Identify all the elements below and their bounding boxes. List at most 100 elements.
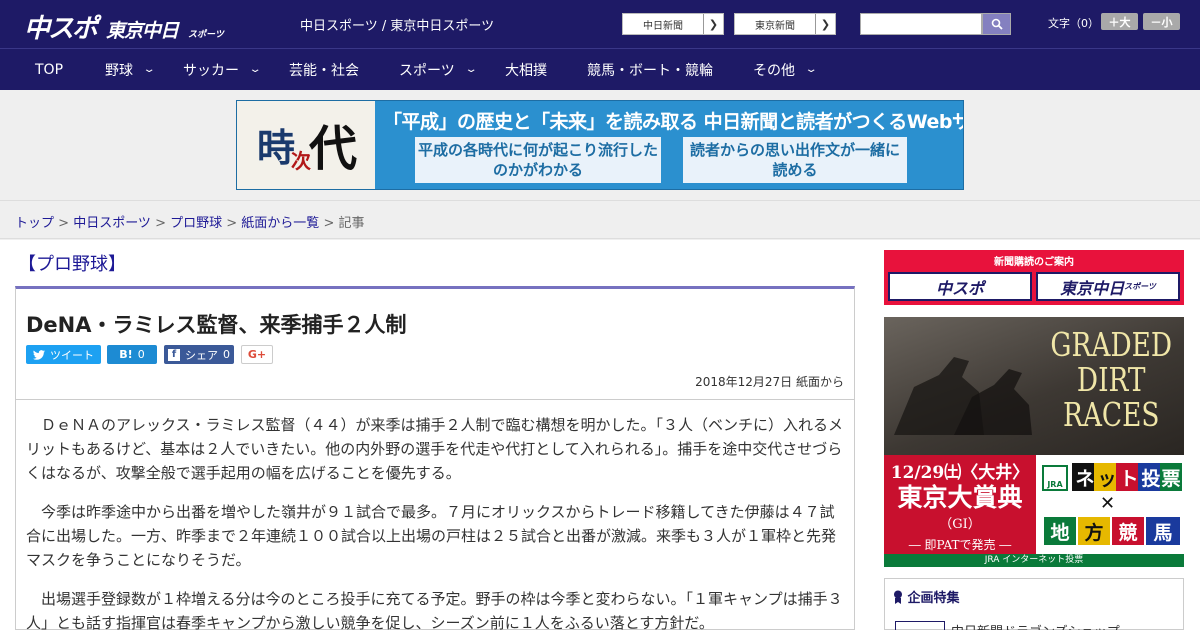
race-footer: JRA インターネット投票: [884, 554, 1184, 567]
tile: 競: [1112, 517, 1144, 545]
hatena-count: 0: [137, 348, 145, 361]
nav-label: 野球: [105, 62, 133, 79]
race-info-panel: 12/29㈯〈大井〉 東京大賞典 （GI） ― 即PATで発売 ―: [884, 455, 1036, 554]
nav-soccer[interactable]: サッカー ⌄: [183, 49, 262, 90]
search-button[interactable]: [982, 13, 1011, 35]
nav-label: その他: [753, 62, 795, 79]
banner-kanji-ji: 時: [257, 125, 296, 170]
nav-label: 競馬・ボート・競輪: [587, 62, 713, 79]
font-smaller-button[interactable]: －小: [1143, 13, 1180, 30]
site-links[interactable]: 中日スポーツ / 東京中日スポーツ: [300, 15, 494, 34]
subscribe-tokyo-label: 東京中日: [1060, 278, 1125, 298]
font-size-label: 文字（0）: [1048, 17, 1099, 30]
article-paragraph: 今季は昨季途中から出番を増やした嶺井が９１試合で最多。７月にオリックスからトレー…: [26, 503, 837, 569]
nav-entertainment[interactable]: 芸能・社会: [289, 49, 359, 90]
banner-sub-2: 読者からの思い出作文が一緒に読める: [683, 137, 907, 183]
nav-sumo[interactable]: 大相撲: [505, 49, 547, 90]
breadcrumb-current: 記事: [338, 216, 365, 231]
chevron-right-icon: ❯: [703, 14, 723, 34]
race-ad[interactable]: GRADED DIRT RACES 12/29㈯〈大井〉 東京大賞典 （GI） …: [884, 317, 1184, 567]
banner-kanji-dai: 代: [309, 121, 358, 177]
article-paragraph: 出場選手登録数が１枠増える分は今のところ投手に充てる予定。野手の枠は今季と変わら…: [26, 590, 843, 630]
subscribe-chuspo-button[interactable]: 中スポ: [888, 272, 1032, 301]
horses-silhouette: [894, 357, 1032, 435]
site-logo[interactable]: 中スポ 東京中日 スポーツ: [24, 8, 224, 45]
tweet-label: ツイート: [50, 348, 94, 362]
chevron-right-icon: ❯: [815, 14, 835, 34]
nav-other[interactable]: その他 ⌄: [753, 49, 818, 90]
breadcrumb-print-list[interactable]: 紙面から一覧: [241, 216, 319, 231]
search-input[interactable]: [860, 13, 982, 35]
nav-racing[interactable]: 競馬・ボート・競輪: [587, 49, 713, 90]
chunichi-shimbun-label: 中日新聞: [643, 20, 683, 32]
nav-baseball[interactable]: 野球 ⌄: [105, 49, 156, 90]
jra-logo: JRA: [1042, 465, 1068, 491]
hatena-icon: B!: [119, 348, 133, 361]
tile: 地: [1044, 517, 1076, 545]
tile: 票: [1160, 463, 1182, 491]
article-body: ＤｅＮＡのアレックス・ラミレス監督（４４）が来季は捕手２人制で臨む構想を明かした…: [26, 413, 846, 630]
nav-label: サッカー: [183, 62, 239, 79]
top-header: 中スポ 東京中日 スポーツ 中日スポーツ / 東京中日スポーツ 中日新聞 ❯ 東京…: [0, 0, 1200, 48]
logo-tokyo-sports-small: スポーツ: [188, 30, 224, 40]
banner-headline: 「平成」の歴史と「未来」を読み取る 中日新聞と読者がつくるWebサイト: [383, 111, 964, 133]
breadcrumb-top[interactable]: トップ: [15, 216, 54, 231]
logo-chuspo: 中スポ: [24, 14, 98, 44]
feature-thumbnail[interactable]: [895, 621, 945, 630]
breadcrumb-bar: トップ > 中日スポーツ > プロ野球 > 紙面から一覧 > 記事: [0, 200, 1200, 239]
race-name: 東京大賞典: [897, 483, 1023, 512]
breadcrumb-pro-baseball[interactable]: プロ野球: [170, 216, 222, 231]
breadcrumb: トップ > 中日スポーツ > プロ野球 > 紙面から一覧 > 記事: [15, 216, 365, 231]
net-vote-panel: JRA ネ ッ ト 投 票 ✕ 地 方 競 馬: [1036, 455, 1184, 554]
feature-box: 企画特集 中日新聞ドラゴンズショップ: [884, 578, 1184, 630]
chevron-down-icon: ⌄: [248, 64, 262, 75]
nav-label: 大相撲: [505, 62, 547, 79]
graded-dirt-races-title: GRADED DIRT RACES: [1050, 327, 1172, 432]
article-title: DeNA・ラミレス監督、来季捕手２人制: [26, 313, 407, 337]
nav-label: スポーツ: [399, 62, 455, 79]
facebook-icon: f: [168, 348, 180, 361]
race-grade: （GI）: [939, 517, 981, 532]
twitter-icon: [33, 349, 45, 360]
search-icon: [991, 18, 1003, 30]
chunichi-shimbun-button[interactable]: 中日新聞 ❯: [622, 13, 724, 35]
article-divider: [16, 399, 854, 400]
ribbon-icon: [894, 590, 902, 604]
race-date: 12/29㈯〈大井〉: [890, 463, 1030, 483]
font-larger-button[interactable]: ＋大: [1101, 13, 1138, 30]
google-plus-icon: G+: [247, 348, 267, 361]
breadcrumb-chuspo[interactable]: 中日スポーツ: [73, 216, 151, 231]
google-plus-button[interactable]: G+: [241, 345, 273, 364]
subscribe-tokyo-small: スポーツ: [1124, 282, 1156, 291]
subscription-ad[interactable]: 新聞購読のご案内 中スポ 東京中日 スポーツ: [884, 250, 1184, 305]
nav-label: TOP: [35, 61, 64, 78]
feature-header: 企画特集: [893, 587, 960, 606]
subscribe-chuspo-label: 中スポ: [935, 278, 984, 298]
hatena-button[interactable]: B! 0: [107, 345, 157, 364]
race-title-line: GRADED: [1050, 325, 1172, 364]
facebook-share-button[interactable]: f シェア 0: [164, 345, 234, 364]
article-category: 【プロ野球】: [18, 254, 126, 275]
article-date: 2018年12月27日 紙面から: [695, 375, 844, 389]
subscription-header: 新聞購読のご案内: [994, 257, 1074, 268]
tokyo-shimbun-button[interactable]: 東京新聞 ❯: [734, 13, 836, 35]
tile: 方: [1078, 517, 1110, 545]
logo-tokyo-chunichi: 東京中日: [106, 20, 179, 42]
nav-top[interactable]: TOP: [35, 49, 63, 90]
feature-header-label: 企画特集: [907, 591, 960, 606]
feature-item-link[interactable]: 中日新聞ドラゴンズショップ: [951, 621, 1120, 630]
tweet-button[interactable]: ツイート: [26, 345, 101, 364]
chevron-down-icon: ⌄: [804, 64, 818, 75]
race-pat: ― 即PATで発売 ―: [908, 538, 1012, 552]
tokyo-shimbun-label: 東京新聞: [755, 20, 795, 32]
subscribe-tokyo-button[interactable]: 東京中日 スポーツ: [1036, 272, 1180, 301]
main-nav: TOP 野球 ⌄ サッカー ⌄ 芸能・社会 スポーツ ⌄ 大相撲 競馬・ボート・競輪 …: [0, 48, 1200, 90]
article-paragraph: ＤｅＮＡのアレックス・ラミレス監督（４４）が来季は捕手２人制で臨む構想を明かした…: [26, 416, 844, 482]
tile: 馬: [1146, 517, 1180, 545]
jidai-banner[interactable]: 時 次 代 「平成」の歴史と「未来」を読み取る 中日新聞と読者がつくるWebサイ…: [236, 100, 964, 190]
article: DeNA・ラミレス監督、来季捕手２人制 ツイート B! 0 f シェア 0 G+…: [15, 286, 855, 630]
banner-kanji-tsugi: 次: [291, 149, 311, 173]
nav-label: 芸能・社会: [289, 62, 359, 79]
nav-sports[interactable]: スポーツ ⌄: [399, 49, 478, 90]
race-title-line: DIRT: [1076, 360, 1146, 399]
